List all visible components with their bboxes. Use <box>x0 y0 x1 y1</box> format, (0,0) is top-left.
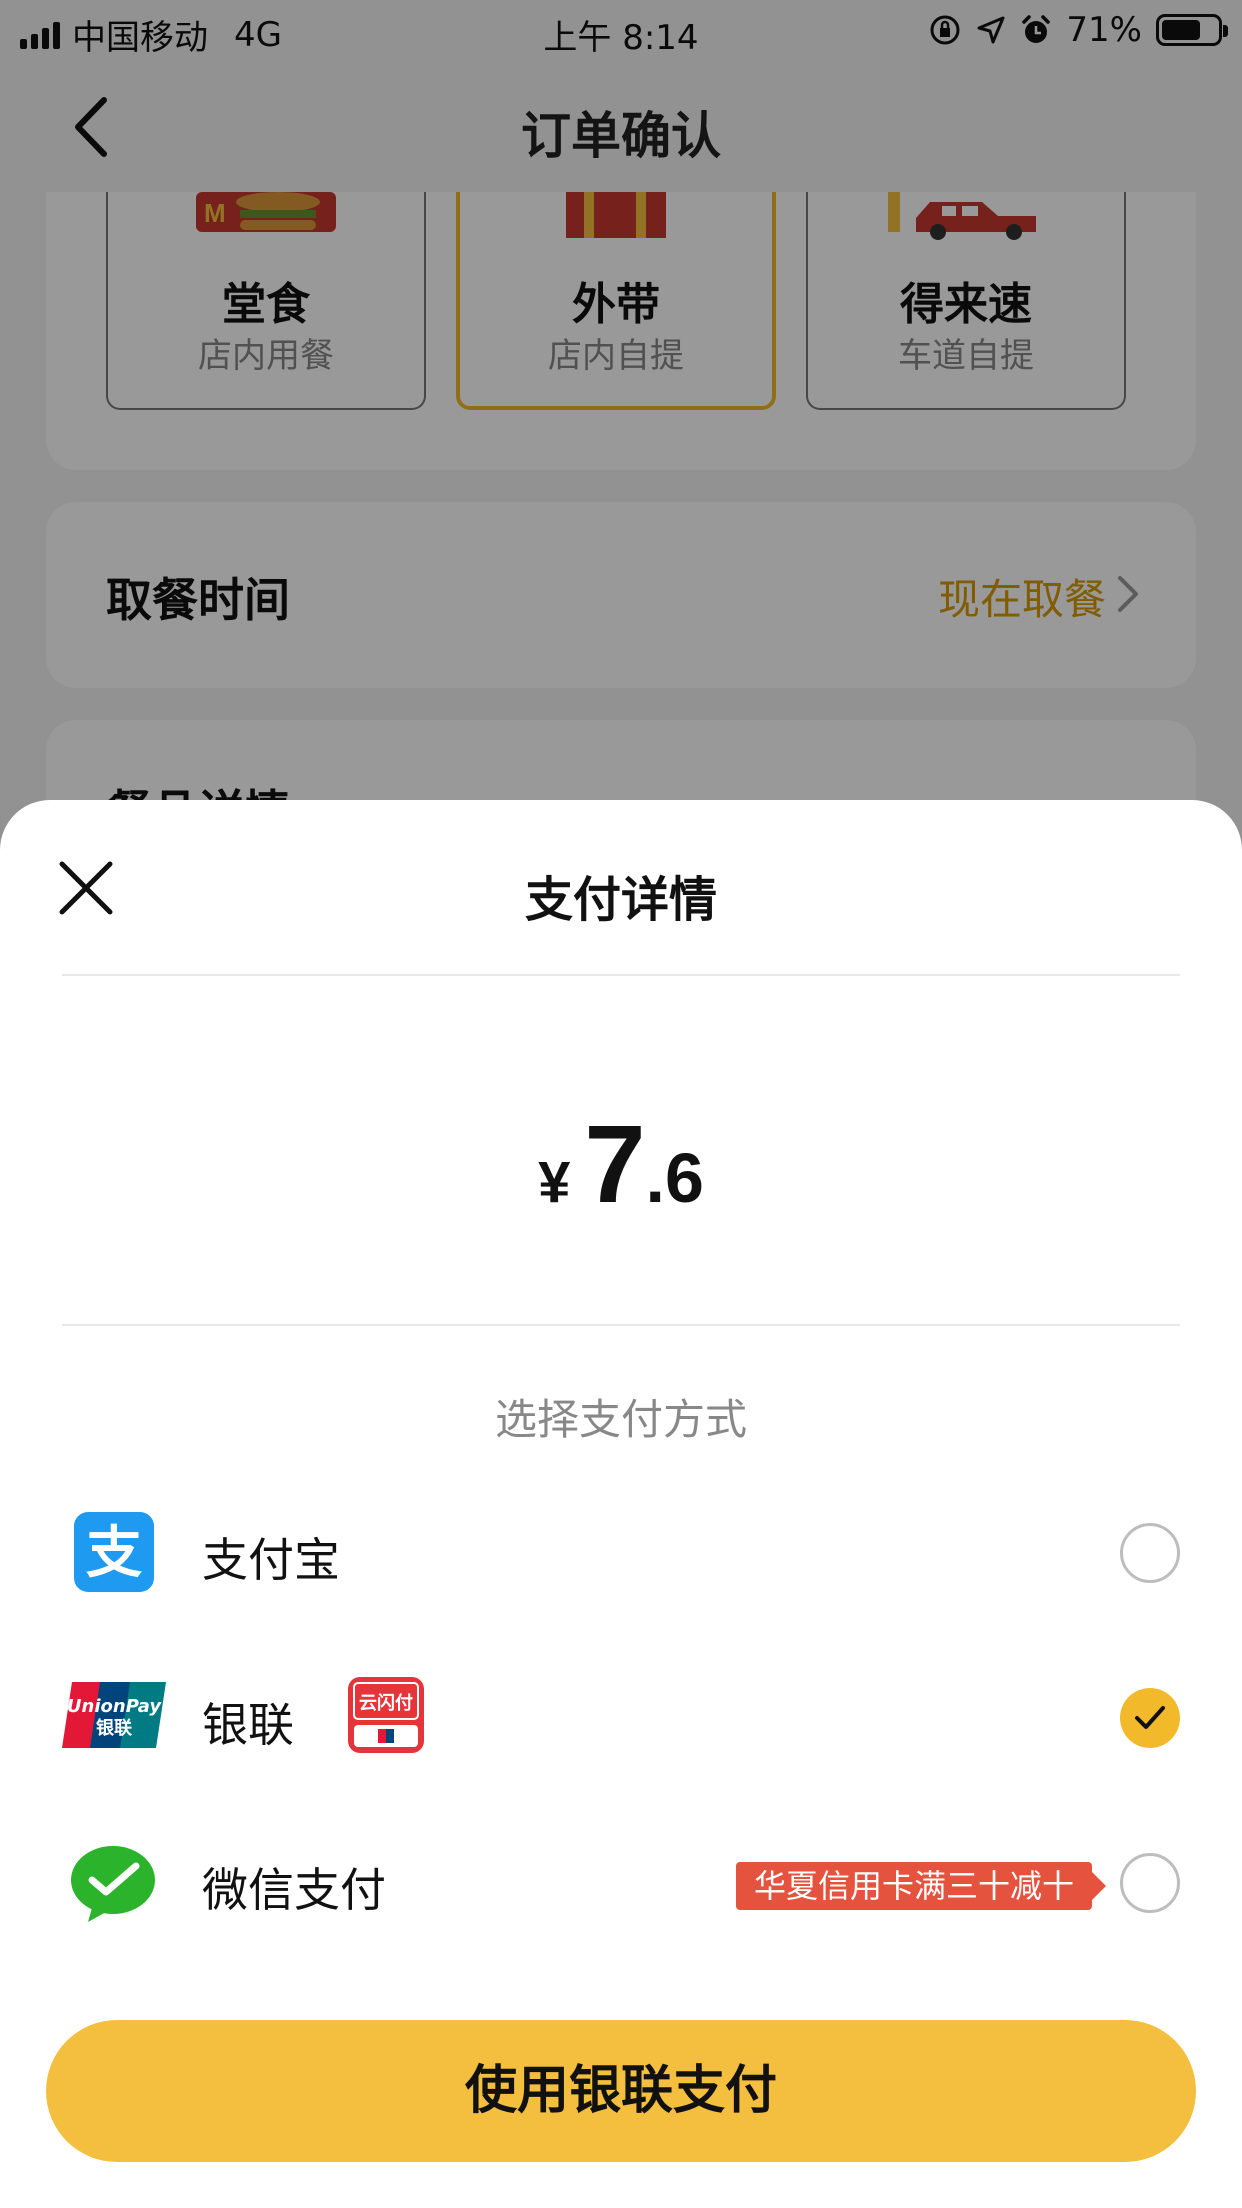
divider <box>62 1324 1180 1326</box>
sheet-title: 支付详情 <box>524 872 717 928</box>
unionpay-icon: UnionPay 银联 <box>62 1682 166 1748</box>
svg-text:云闪付: 云闪付 <box>359 1692 413 1714</box>
payment-option-alipay[interactable]: 支 支付宝 <box>0 1490 1242 1610</box>
pay-button[interactable]: 使用银联支付 <box>46 2020 1196 2162</box>
wechat-pay-icon <box>71 1846 155 1922</box>
cloud-quickpass-icon: 云闪付 <box>348 1677 424 1753</box>
amount-integer: 7 <box>584 1103 646 1226</box>
payment-sheet: 支付详情 ¥7.6 选择支付方式 支 支付宝 UnionPay 银联 银联 云闪… <box>0 800 1242 2208</box>
check-icon <box>1135 1706 1165 1729</box>
payment-amount: ¥7.6 <box>0 1110 1242 1220</box>
payment-option-label: 银联 <box>202 1698 294 1752</box>
svg-text:银联: 银联 <box>96 1717 132 1739</box>
radio-wechat[interactable] <box>1120 1853 1180 1913</box>
payment-option-label: 微信支付 <box>202 1863 386 1917</box>
amount-decimal: .6 <box>645 1139 704 1217</box>
payment-option-unionpay[interactable]: UnionPay 银联 银联 云闪付 <box>0 1655 1242 1775</box>
divider <box>62 974 1180 976</box>
radio-unionpay[interactable] <box>1120 1688 1180 1748</box>
choose-payment-label: 选择支付方式 <box>494 1395 747 1444</box>
promo-badge: 华夏信用卡满三十减十 <box>735 1862 1107 1910</box>
svg-text:UnionPay: UnionPay <box>67 1696 162 1717</box>
payment-option-wechat[interactable]: 微信支付 华夏信用卡满三十减十 <box>0 1820 1242 1940</box>
alipay-icon: 支 <box>74 1512 154 1592</box>
payment-option-label: 支付宝 <box>202 1533 340 1587</box>
currency-symbol: ¥ <box>538 1150 571 1215</box>
svg-text:支: 支 <box>86 1521 142 1586</box>
radio-alipay[interactable] <box>1120 1523 1180 1583</box>
